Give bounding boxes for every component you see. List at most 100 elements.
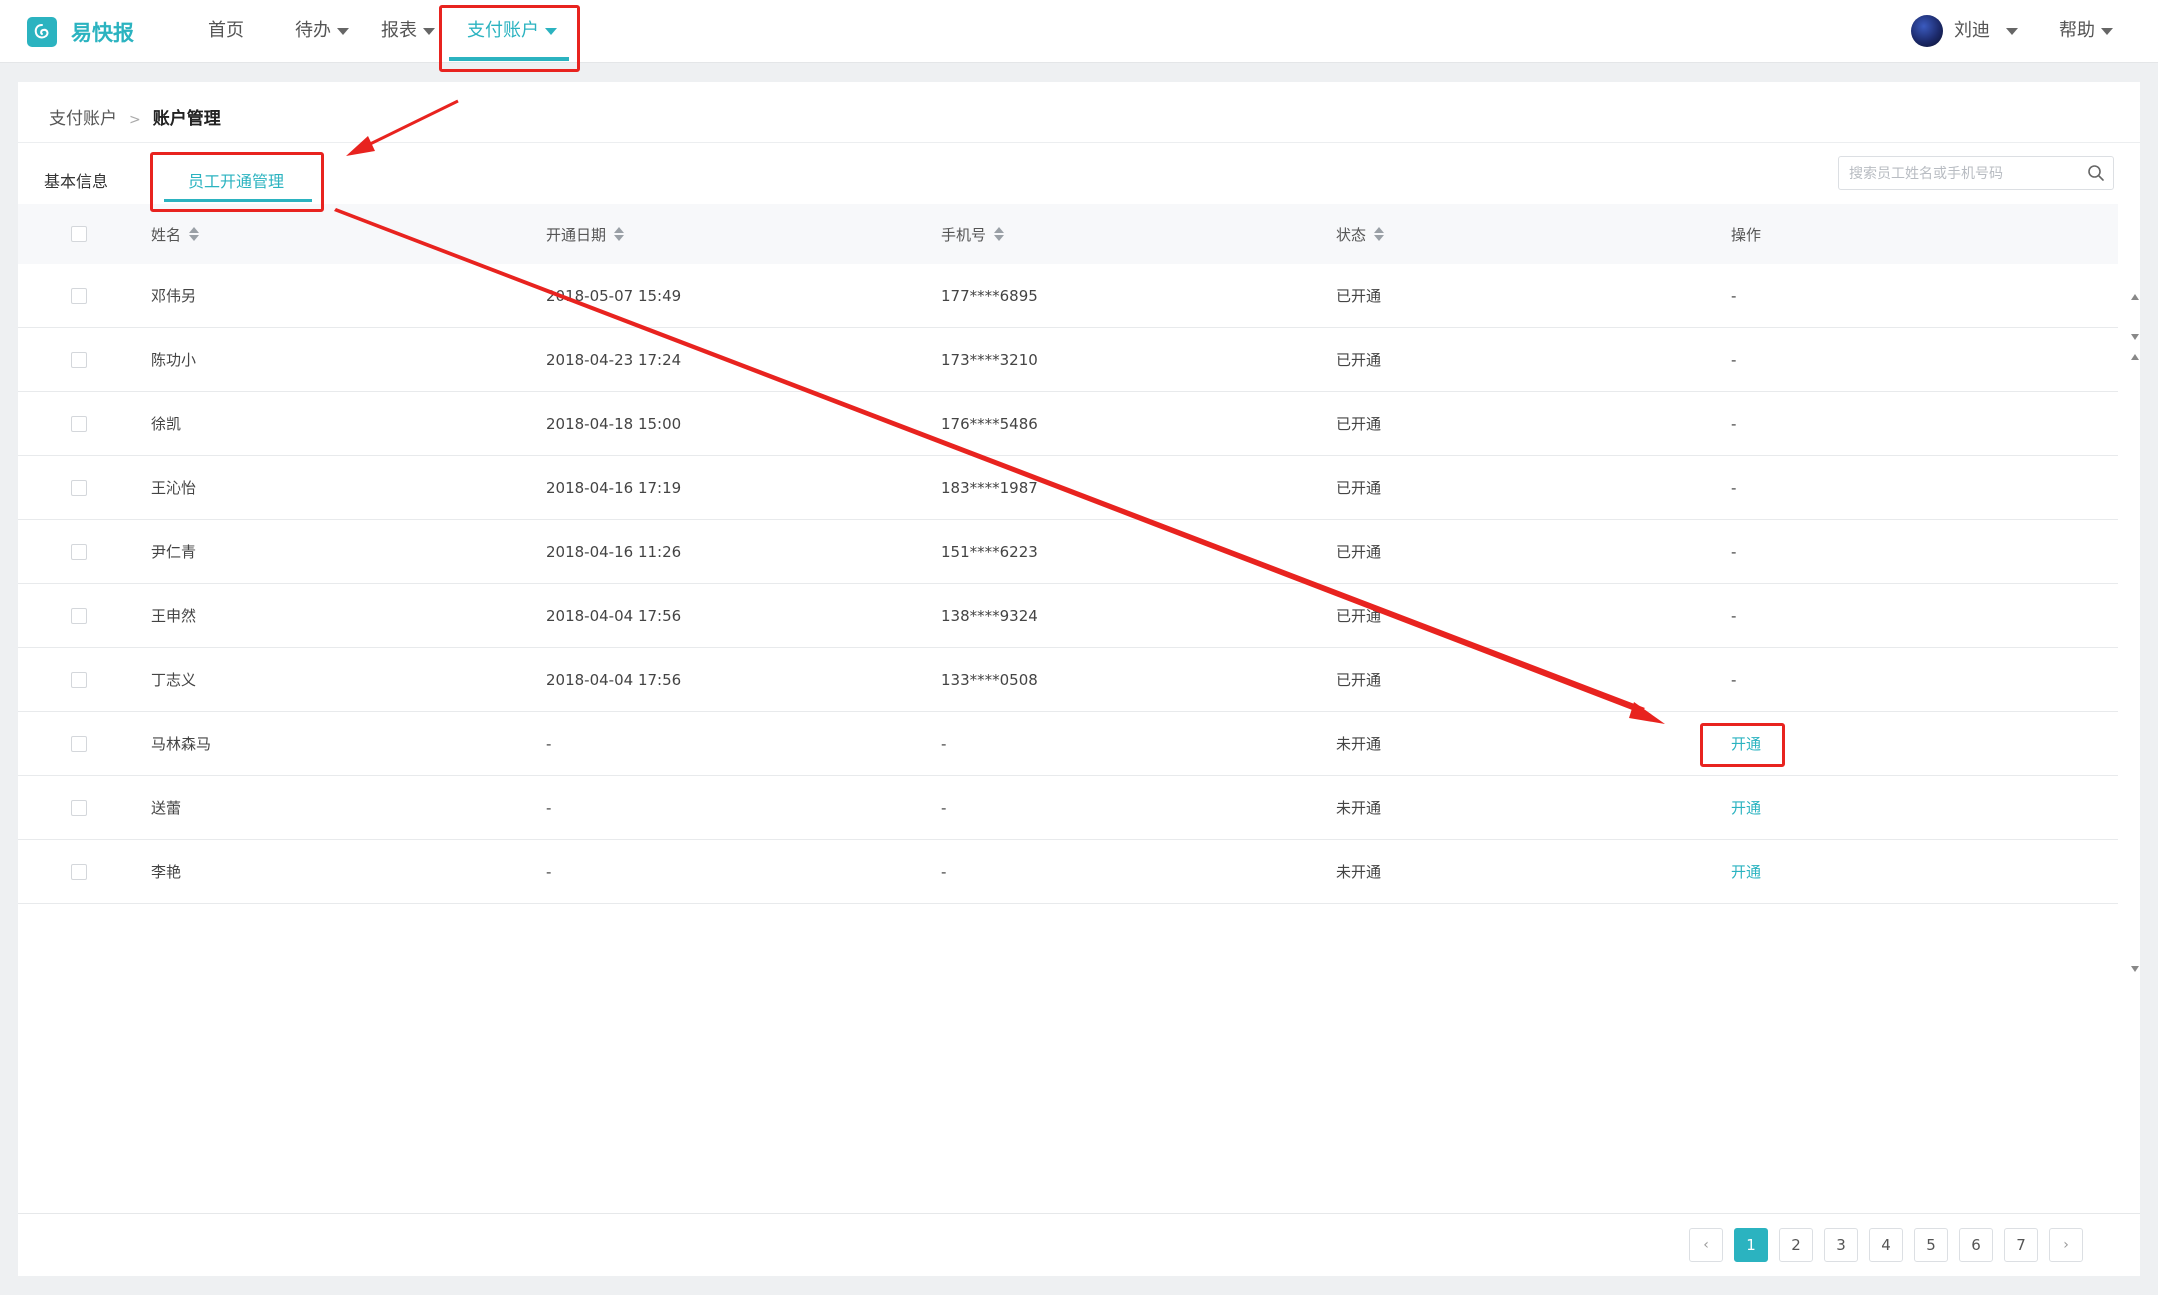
tab-basic-info[interactable]: 基本信息 [44, 168, 108, 192]
row-checkbox[interactable] [71, 543, 87, 560]
scroll-up-icon[interactable] [2131, 354, 2139, 360]
cell-phone: - [941, 776, 946, 839]
cell-status: 已开通 [1336, 584, 1381, 647]
cell-activation-date: - [546, 776, 551, 839]
nav-item-label: 报表 [381, 20, 417, 41]
cell-action: - [1731, 392, 1736, 455]
cell-activation-date-text: 2018-05-07 15:49 [546, 286, 682, 305]
pagination-page-button[interactable]: 6 [1959, 1228, 1993, 1262]
cell-activation-date-text: - [546, 862, 552, 881]
cell-name: 王申然 [151, 584, 196, 647]
avatar[interactable] [1911, 15, 1943, 47]
cell-action-text: - [1731, 606, 1737, 625]
cell-action-text: - [1731, 478, 1737, 497]
cell-phone: 133****0508 [941, 648, 1038, 711]
row-checkbox[interactable] [71, 607, 87, 624]
select-all-checkbox[interactable] [71, 226, 87, 242]
cell-phone: 177****6895 [941, 264, 1038, 327]
breadcrumb: 支付账户 > 账户管理 [49, 104, 221, 129]
cell-phone-text: - [941, 862, 947, 881]
row-checkbox[interactable] [71, 671, 87, 688]
annotation-box-nav [439, 5, 580, 72]
row-checkbox-cell [71, 520, 87, 583]
cell-action-text: - [1731, 414, 1737, 433]
table-row: 送蕾 - - 未开通 开通 [18, 776, 2118, 840]
cell-name: 陈功小 [151, 328, 196, 391]
sort-icon[interactable] [189, 227, 200, 241]
nav-item-home[interactable]: 首页 [208, 0, 244, 62]
column-header-name[interactable]: 姓名 [151, 204, 200, 264]
pagination-next-button[interactable]: › [2049, 1228, 2083, 1262]
row-checkbox[interactable] [71, 799, 87, 816]
nav-item-reports[interactable]: 报表 [381, 0, 435, 62]
cell-phone: 176****5486 [941, 392, 1038, 455]
row-checkbox-cell [71, 584, 87, 647]
cell-activation-date-text: 2018-04-23 17:24 [546, 350, 682, 369]
brand-logo[interactable]: 易快报 [27, 17, 134, 47]
cell-name-text: 邓伟另 [151, 287, 197, 305]
cell-action-text: - [1731, 670, 1737, 689]
table-row: 邓伟另 2018-05-07 15:49 177****6895 已开通 - [18, 264, 2118, 328]
cell-action: 开通 [1731, 776, 1761, 839]
cell-phone: 173****3210 [941, 328, 1038, 391]
row-checkbox[interactable] [71, 287, 87, 304]
tab-label: 基本信息 [44, 172, 109, 191]
column-header-date[interactable]: 开通日期 [546, 204, 625, 264]
table-row: 王沁怡 2018-04-16 17:19 183****1987 已开通 - [18, 456, 2118, 520]
column-header-label: 姓名 [151, 225, 182, 244]
cell-status: 未开通 [1336, 776, 1381, 839]
scroll-up-icon[interactable] [2131, 294, 2139, 300]
cell-status-text: 未开通 [1336, 863, 1382, 881]
cell-action: - [1731, 456, 1736, 519]
divider [18, 1213, 2140, 1214]
search-input[interactable] [1847, 161, 2081, 187]
row-checkbox[interactable] [71, 863, 87, 880]
column-header-status[interactable]: 状态 [1336, 204, 1385, 264]
breadcrumb-separator: > [129, 112, 141, 128]
breadcrumb-parent[interactable]: 支付账户 [49, 109, 117, 129]
nav-item-label: 待办 [295, 20, 331, 41]
pagination-prev-button[interactable]: ‹ [1689, 1228, 1723, 1262]
activate-link[interactable]: 开通 [1731, 797, 1761, 818]
sort-icon[interactable] [614, 227, 625, 241]
pagination-page-button[interactable]: 7 [2004, 1228, 2038, 1262]
row-checkbox[interactable] [71, 735, 87, 752]
activate-link[interactable]: 开通 [1731, 861, 1761, 882]
divider [18, 142, 2140, 143]
pagination-page-button[interactable]: 3 [1824, 1228, 1858, 1262]
cell-name-text: 尹仁青 [151, 543, 197, 561]
cell-status-text: 已开通 [1336, 415, 1382, 433]
help-label: 帮助 [2059, 20, 2095, 41]
cell-name: 邓伟另 [151, 264, 196, 327]
pagination-page-button[interactable]: 1 [1734, 1228, 1768, 1262]
cell-name-text: 王申然 [151, 607, 197, 625]
pagination-page-button[interactable]: 2 [1779, 1228, 1813, 1262]
chevron-down-icon [423, 27, 435, 35]
row-checkbox[interactable] [71, 479, 87, 496]
column-header-phone[interactable]: 手机号 [941, 204, 1005, 264]
cell-name: 李艳 [151, 840, 181, 903]
row-checkbox[interactable] [71, 351, 87, 368]
cell-name: 丁志义 [151, 648, 196, 711]
cell-activation-date: 2018-04-04 17:56 [546, 648, 681, 711]
scroll-down-icon[interactable] [2131, 334, 2139, 340]
cell-status: 已开通 [1336, 520, 1381, 583]
table-row: 李艳 - - 未开通 开通 [18, 840, 2118, 904]
cell-phone-text: 176****5486 [941, 414, 1038, 433]
top-navigation-bar: 易快报 首页 待办 报表 支付账户 刘迪 帮助 [0, 0, 2158, 63]
scroll-down-icon[interactable] [2131, 966, 2139, 972]
sort-icon[interactable] [1374, 227, 1385, 241]
cell-action: - [1731, 520, 1736, 583]
pagination-page-button[interactable]: 4 [1869, 1228, 1903, 1262]
chevron-down-icon [2006, 27, 2018, 35]
cell-activation-date-text: 2018-04-18 15:00 [546, 414, 682, 433]
sort-icon[interactable] [994, 227, 1005, 241]
help-menu[interactable]: 帮助 [2059, 0, 2113, 62]
table-scrollbar[interactable] [2128, 204, 2142, 972]
cell-status-text: 已开通 [1336, 351, 1382, 369]
pagination-page-button[interactable]: 5 [1914, 1228, 1948, 1262]
row-checkbox[interactable] [71, 415, 87, 432]
user-menu[interactable]: 刘迪 [1954, 0, 2018, 62]
nav-item-todo[interactable]: 待办 [295, 0, 349, 62]
search-icon[interactable] [2087, 164, 2105, 186]
